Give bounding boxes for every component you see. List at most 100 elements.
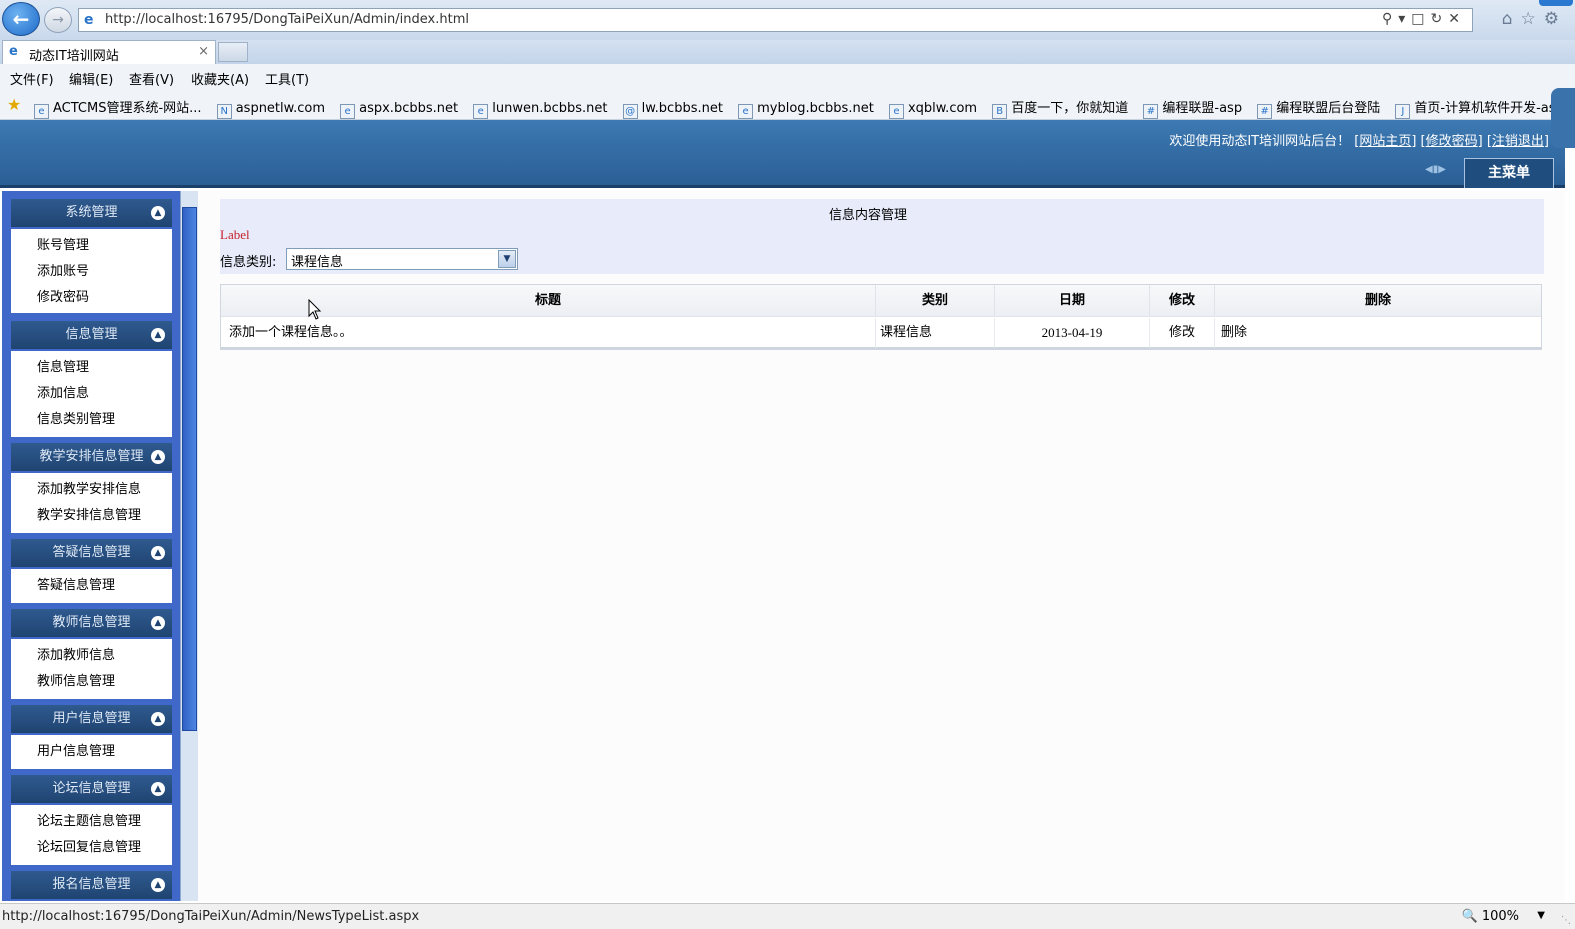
sidebar-item-add-teaching[interactable]: 添加教学安排信息	[11, 477, 172, 503]
favorite-link[interactable]: e ACTCMS管理系统-网站...	[34, 97, 202, 119]
collapse-icon[interactable]: ▲	[151, 878, 165, 892]
favorite-link[interactable]: e lunwen.bcbbs.net	[473, 101, 607, 119]
sidebar-item-add-account[interactable]: 添加账号	[11, 259, 172, 285]
sidebar-group-qa[interactable]: 答疑信息管理 ▲	[11, 539, 172, 567]
favorite-link[interactable]: Naspnetlw.com	[216, 101, 325, 119]
sidebar-item-user-manage[interactable]: 用户信息管理	[11, 739, 172, 765]
page-icon: N	[216, 104, 232, 119]
site-header: 欢迎使用动态IT培训网站后台！ [网站主页] [修改密码] [注销退出] ◀▮▶…	[0, 120, 1565, 188]
page-icon: J	[1395, 104, 1411, 119]
delete-link[interactable]: 删除	[1215, 318, 1541, 348]
menu-view[interactable]: 查看(V)	[129, 69, 174, 88]
menu-edit[interactable]: 编辑(E)	[69, 69, 113, 88]
category-select-value: 课程信息	[291, 255, 344, 270]
table-header-row: 标题 类别 日期 修改 删除	[221, 285, 1541, 317]
resize-grip-icon[interactable]: ⋱	[1561, 915, 1571, 926]
chevron-down-icon[interactable]: ▼	[498, 250, 516, 268]
sidebar-group-body: 信息管理 添加信息 信息类别管理	[11, 351, 172, 437]
notification-badge	[1539, 0, 1573, 6]
sidebar-item-teaching-manage[interactable]: 教学安排信息管理	[11, 503, 172, 529]
favorite-link[interactable]: @ lw.bcbbs.net	[622, 101, 723, 119]
collapse-icon[interactable]: ▲	[151, 782, 165, 796]
sidebar-item-forum-topic[interactable]: 论坛主题信息管理	[11, 809, 172, 835]
sidebar-group-body: 添加教学安排信息 教学安排信息管理	[11, 473, 172, 533]
zoom-level[interactable]: 🔍 100%	[1462, 909, 1520, 924]
sidebar-group-body: 添加教师信息 教师信息管理	[11, 639, 172, 699]
ie-logo-icon: e	[84, 12, 94, 28]
edit-link[interactable]: 修改	[1150, 318, 1215, 348]
welcome-text: 欢迎使用动态IT培训网站后台！	[1169, 134, 1351, 149]
tab-title: 动态IT培训网站	[29, 49, 119, 64]
collapse-icon[interactable]: ▲	[151, 328, 165, 342]
home-link[interactable]: 网站主页	[1359, 134, 1411, 149]
sidebar-group-body: 论坛主题信息管理 论坛回复信息管理	[11, 805, 172, 865]
collapse-icon[interactable]: ▲	[151, 546, 165, 560]
home-favorites-settings-icon[interactable]: ⌂☆⚙	[1502, 9, 1567, 29]
address-tools-icon[interactable]: ⚲▾□↻✕	[1382, 11, 1466, 27]
sidebar-group-user[interactable]: 用户信息管理 ▲	[11, 705, 172, 733]
sidebar-item-qa-manage[interactable]: 答疑信息管理	[11, 573, 172, 599]
sidebar-group-system[interactable]: 系统管理 ▲	[11, 199, 172, 227]
favorite-link[interactable]: # 编程联盟-asp	[1143, 97, 1242, 119]
scrollbar-thumb[interactable]	[182, 207, 197, 731]
sidebar-item-change-password[interactable]: 修改密码	[11, 285, 172, 311]
sidebar-item-forum-reply[interactable]: 论坛回复信息管理	[11, 835, 172, 861]
page-title: 信息内容管理	[828, 208, 907, 223]
sidebar-item-info-manage[interactable]: 信息管理	[11, 355, 172, 381]
address-url[interactable]: http://localhost:16795/DongTaiPeiXun/Adm…	[105, 12, 469, 27]
forward-arrow-icon[interactable]: →	[44, 7, 72, 33]
page-icon: e	[473, 104, 489, 119]
menu-tools[interactable]: 工具(T)	[265, 69, 309, 88]
favorite-link[interactable]: B 百度一下，你就知道	[992, 97, 1128, 119]
page-icon: #	[1143, 104, 1159, 119]
sidebar-group-body: 账号管理 添加账号 修改密码	[11, 229, 172, 313]
collapse-icon[interactable]: ▲	[151, 616, 165, 630]
collapse-icon[interactable]: ▲	[151, 450, 165, 464]
ie-logo-icon: e	[9, 44, 18, 59]
page-icon: e	[34, 104, 49, 119]
page-icon: e	[738, 104, 754, 119]
sidebar-group-forum[interactable]: 论坛信息管理 ▲	[11, 775, 172, 803]
main-menu-tab[interactable]: 主菜单	[1464, 158, 1554, 188]
column-header-edit: 修改	[1150, 285, 1215, 317]
favorite-link[interactable]: e xqblw.com	[888, 101, 977, 119]
sidebar-item-add-info[interactable]: 添加信息	[11, 381, 172, 407]
browser-tab-strip: e 动态IT培训网站 ×	[0, 40, 1575, 64]
side-panel-tab[interactable]	[1551, 88, 1575, 148]
menu-file[interactable]: 文件(F)	[10, 69, 54, 88]
page-icon: e	[888, 104, 904, 119]
sidebar-item-teacher-manage[interactable]: 教师信息管理	[11, 669, 172, 695]
favorite-link[interactable]: # 编程联盟后台登陆	[1257, 97, 1380, 119]
sidebar-group-teaching[interactable]: 教学安排信息管理 ▲	[11, 443, 172, 471]
collapse-icon[interactable]: ▲	[151, 206, 165, 220]
menu-favorites[interactable]: 收藏夹(A)	[191, 69, 249, 88]
chevron-down-icon[interactable]: ▼	[1537, 910, 1545, 921]
close-icon[interactable]: ×	[198, 44, 209, 59]
sidebar-item-add-teacher[interactable]: 添加教师信息	[11, 643, 172, 669]
browser-toolbar: ← → e http://localhost:16795/DongTaiPeiX…	[0, 0, 1575, 40]
sidebar-group-body: 用户信息管理	[11, 735, 172, 769]
collapse-arrows-icon[interactable]: ◀▮▶	[1425, 164, 1446, 175]
favorite-link[interactable]: e aspx.bcbbs.net	[340, 101, 458, 119]
sidebar-scrollbar[interactable]	[180, 191, 198, 901]
category-filter-label: 信息类别:	[220, 255, 277, 270]
category-select[interactable]: 课程信息 ▼	[286, 248, 518, 270]
browser-tab[interactable]: e 动态IT培训网站 ×	[2, 40, 216, 64]
collapse-icon[interactable]: ▲	[151, 712, 165, 726]
sidebar-group-signup[interactable]: 报名信息管理 ▲	[11, 871, 172, 899]
sidebar-item-info-category[interactable]: 信息类别管理	[11, 407, 172, 433]
new-tab-button[interactable]	[218, 42, 248, 62]
status-bar: http://localhost:16795/DongTaiPeiXun/Adm…	[0, 903, 1575, 929]
favorites-star-icon[interactable]: ★	[7, 95, 21, 114]
address-bar[interactable]: e http://localhost:16795/DongTaiPeiXun/A…	[78, 8, 1473, 32]
back-arrow-icon[interactable]: ←	[2, 2, 40, 36]
logout-link[interactable]: 注销退出	[1492, 134, 1544, 149]
sidebar-group-info[interactable]: 信息管理 ▲	[11, 321, 172, 349]
page-icon: e	[340, 104, 356, 119]
favorite-link[interactable]: e myblog.bcbbs.net	[738, 101, 874, 119]
sidebar-item-account-manage[interactable]: 账号管理	[11, 233, 172, 259]
change-password-link[interactable]: 修改密码	[1426, 134, 1478, 149]
sidebar-group-teacher[interactable]: 教师信息管理 ▲	[11, 609, 172, 637]
main-content: 信息内容管理 Label 信息类别: 课程信息 ▼ 标题 类别 日期 修改 删除…	[198, 191, 1565, 901]
favorite-link[interactable]: J 首页-计算机软件开发-as...	[1395, 97, 1568, 119]
